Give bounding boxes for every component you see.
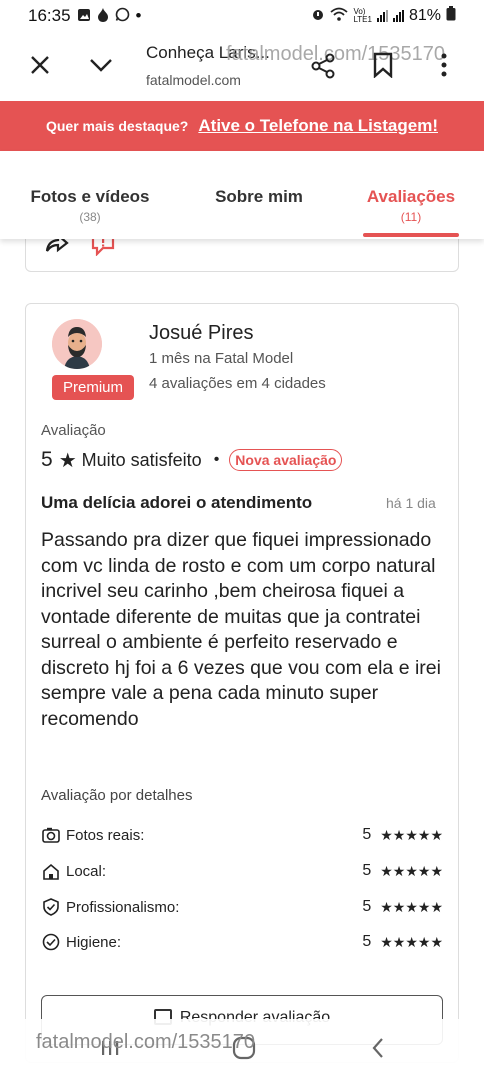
check-circle-icon	[41, 932, 61, 952]
rating-row: 5 ★ Muito satisfeito • Nova avaliação	[41, 447, 343, 473]
chevron-down-icon[interactable]	[83, 47, 119, 83]
back-icon[interactable]	[370, 1037, 386, 1064]
browser-toolbar: Conheça Laris... fatalmodel.com fatalmod…	[0, 32, 484, 100]
more-notifications-dot: •	[135, 6, 142, 25]
promo-banner: Quer mais destaque? Ative o Telefone na …	[0, 101, 484, 151]
tab-photos-videos[interactable]: Fotos e vídeos (38)	[25, 187, 155, 224]
avatar	[52, 319, 102, 369]
home-icon	[41, 861, 61, 881]
banner-cta-link[interactable]: Ative o Telefone na Listagem!	[198, 116, 438, 136]
star-icon: ★	[58, 449, 77, 472]
detail-row-location: Local: 5 ★★★★★	[41, 859, 443, 883]
banner-question: Quer mais destaque?	[45, 118, 189, 134]
rating-label: Avaliação	[41, 422, 106, 439]
detail-row-real-photos: Fotos reais: 5 ★★★★★	[41, 823, 443, 847]
five-stars-icon: ★★★★★	[380, 862, 443, 879]
volte-indicator: Vo) LTE1	[353, 7, 372, 24]
tab-about-me[interactable]: Sobre mim	[205, 187, 313, 210]
rating-value: 5	[41, 448, 53, 471]
more-options-icon[interactable]	[426, 47, 462, 83]
whatsapp-notification-icon	[115, 7, 130, 25]
bookmark-icon[interactable]	[365, 47, 401, 83]
new-review-badge: Nova avaliação	[229, 449, 343, 471]
separator-dot: •	[213, 451, 220, 468]
five-stars-icon: ★★★★★	[380, 826, 443, 843]
url-watermark-bottom: fatalmodel.com/1535170	[36, 1031, 256, 1053]
battery-icon	[446, 6, 456, 26]
review-body: Passando pra dizer que fiquei impression…	[41, 529, 441, 730]
battery-percent: 81%	[408, 7, 441, 24]
rating-text: Muito satisfeito	[81, 449, 202, 470]
premium-badge: Premium	[52, 375, 134, 400]
status-bar: 16:35 • Vo) LTE1 81%	[0, 0, 484, 32]
detail-row-hygiene: Higiene: 5 ★★★★★	[41, 930, 443, 954]
tab-reviews[interactable]: Avaliações (11)	[362, 187, 460, 224]
gallery-notification-icon	[77, 8, 91, 25]
fire-notification-icon	[97, 7, 109, 25]
active-tab-indicator	[363, 233, 459, 237]
page-domain: fatalmodel.com	[146, 72, 241, 88]
details-label: Avaliação por detalhes	[41, 787, 193, 804]
signal-icon-1	[376, 10, 388, 22]
signal-icon-2	[392, 10, 404, 22]
reviewer-member-since: 1 mês na Fatal Model	[149, 350, 294, 367]
review-time: há 1 dia	[386, 495, 436, 511]
five-stars-icon: ★★★★★	[380, 933, 443, 950]
camera-icon	[41, 825, 61, 845]
wifi-icon	[330, 7, 349, 26]
share-icon[interactable]	[305, 48, 341, 84]
five-stars-icon: ★★★★★	[380, 898, 443, 915]
close-icon[interactable]	[22, 47, 58, 83]
detail-row-professionalism: Profissionalismo: 5 ★★★★★	[41, 895, 443, 919]
shield-check-icon	[41, 897, 61, 917]
reviewer-name[interactable]: Josué Pires	[149, 322, 254, 345]
profile-tabs: Fotos e vídeos (38) Sobre mim Avaliações…	[0, 151, 484, 239]
status-time: 16:35	[28, 6, 71, 25]
alarm-icon	[311, 7, 325, 26]
reviewer-review-count: 4 avaliações em 4 cidades	[149, 375, 326, 392]
review-title: Uma delícia adorei o atendimento	[41, 493, 313, 512]
